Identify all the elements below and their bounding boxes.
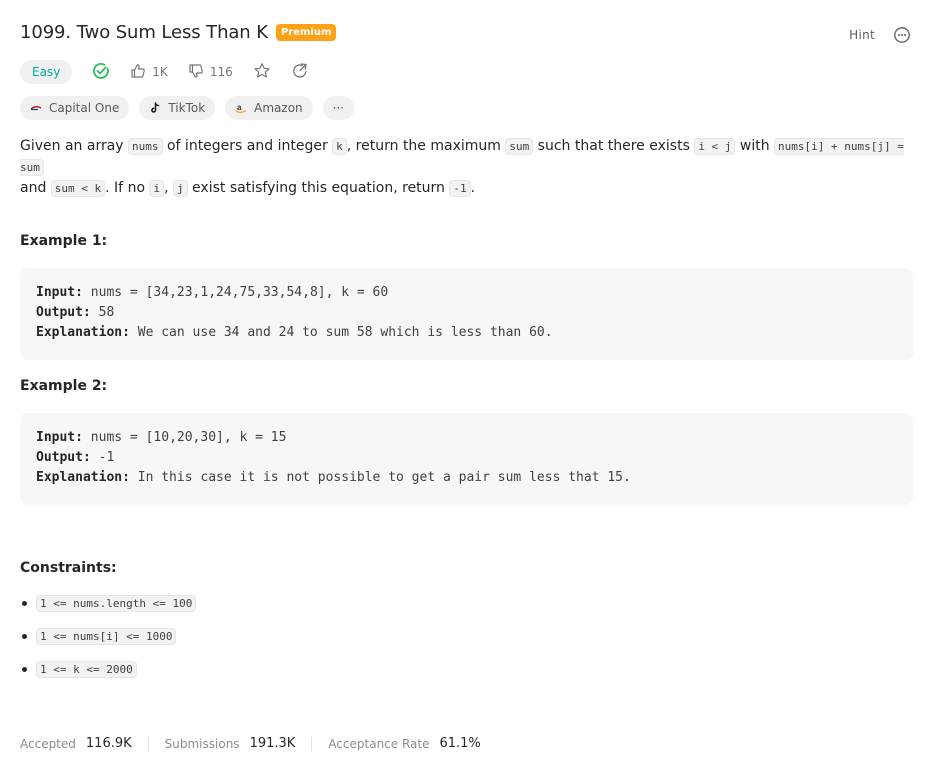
divider bbox=[147, 736, 149, 751]
tag-capital-one[interactable]: Capital One bbox=[20, 96, 130, 120]
hint-button[interactable]: Hint bbox=[849, 28, 875, 42]
share-icon bbox=[291, 62, 309, 83]
explanation-value: We can use 34 and 24 to sum 58 which is … bbox=[137, 325, 553, 340]
title-row: 1099. Two Sum Less Than K Premium bbox=[20, 22, 337, 43]
desc-text: with bbox=[735, 138, 775, 154]
constraints-list: 1 <= nums.length <= 100 1 <= nums[i] <= … bbox=[20, 592, 197, 691]
divider bbox=[311, 736, 313, 751]
company-tags: Capital One TikTok a Amazon ··· bbox=[20, 96, 364, 120]
input-value: nums = [34,23,1,24,75,33,54,8], k = 60 bbox=[90, 285, 389, 300]
output-value: 58 bbox=[98, 305, 115, 320]
example-1-input: Input: nums = [34,23,1,24,75,33,54,8], k… bbox=[36, 283, 897, 303]
like-count: 1K bbox=[152, 65, 168, 79]
check-circle-icon bbox=[92, 62, 110, 83]
more-options-icon[interactable] bbox=[891, 24, 913, 46]
desc-text: , bbox=[164, 180, 173, 196]
example-1-title: Example 1: bbox=[20, 233, 108, 249]
example-2-box: Input: nums = [10,20,30], k = 15 Output:… bbox=[20, 413, 913, 505]
input-value: nums = [10,20,30], k = 15 bbox=[90, 430, 287, 445]
desc-text: exist satisfying this equation, return bbox=[187, 180, 450, 196]
difficulty-badge: Easy bbox=[20, 60, 73, 84]
dislike-count: 116 bbox=[209, 65, 233, 79]
desc-text: . If no bbox=[105, 180, 150, 196]
inline-code: j bbox=[172, 180, 188, 197]
constraint-code: 1 <= k <= 2000 bbox=[36, 661, 137, 678]
submissions-label: Submissions bbox=[164, 736, 240, 751]
input-label: Input: bbox=[36, 285, 83, 300]
desc-text: such that there exists bbox=[533, 138, 695, 154]
submissions-value: 191.3K bbox=[249, 736, 296, 751]
example-1-output: Output: 58 bbox=[36, 303, 897, 323]
explanation-value: In this case it is not possible to get a… bbox=[137, 470, 631, 485]
input-label: Input: bbox=[36, 430, 83, 445]
inline-code: k bbox=[332, 138, 347, 155]
dislike-button[interactable]: 116 bbox=[188, 63, 233, 82]
list-item: 1 <= nums[i] <= 1000 bbox=[21, 625, 196, 648]
example-1-explanation: Explanation: We can use 34 and 24 to sum… bbox=[36, 323, 897, 343]
accepted-label: Accepted bbox=[20, 736, 76, 751]
amazon-icon: a bbox=[235, 102, 247, 114]
inline-code: -1 bbox=[449, 180, 471, 197]
example-2-explanation: Explanation: In this case it is not poss… bbox=[36, 468, 897, 488]
acceptance-rate-label: Acceptance Rate bbox=[328, 736, 430, 751]
desc-text: of integers and integer bbox=[162, 138, 333, 154]
problem-title[interactable]: 1099. Two Sum Less Than K bbox=[20, 22, 268, 43]
tag-label: Capital One bbox=[49, 101, 120, 115]
share-button[interactable] bbox=[291, 62, 309, 83]
tiktok-icon bbox=[149, 102, 161, 114]
desc-text: and bbox=[20, 180, 51, 196]
tag-label: Amazon bbox=[254, 101, 303, 115]
inline-code: i < j bbox=[694, 138, 736, 155]
solved-status bbox=[92, 62, 110, 83]
more-tags-button[interactable]: ··· bbox=[322, 96, 355, 120]
star-icon bbox=[253, 62, 271, 83]
output-value: -1 bbox=[98, 450, 115, 465]
like-button[interactable]: 1K bbox=[130, 63, 168, 82]
output-label: Output: bbox=[36, 305, 91, 320]
meta-row: Easy 1K 116 bbox=[20, 60, 309, 84]
svg-text:a: a bbox=[237, 103, 242, 112]
acceptance-rate-value: 61.1% bbox=[439, 736, 481, 751]
inline-code: sum bbox=[505, 138, 534, 155]
example-1-box: Input: nums = [34,23,1,24,75,33,54,8], k… bbox=[20, 268, 913, 360]
tag-label: TikTok bbox=[168, 101, 206, 115]
example-2-output: Output: -1 bbox=[36, 448, 897, 468]
list-item: 1 <= k <= 2000 bbox=[21, 658, 196, 681]
thumbs-up-icon bbox=[130, 63, 146, 82]
top-right-actions: Hint bbox=[849, 24, 913, 46]
tag-tiktok[interactable]: TikTok bbox=[139, 96, 216, 120]
explanation-label: Explanation: bbox=[36, 325, 130, 340]
explanation-label: Explanation: bbox=[36, 470, 130, 485]
example-2-input: Input: nums = [10,20,30], k = 15 bbox=[36, 428, 897, 448]
desc-text: . bbox=[470, 180, 476, 196]
premium-badge: Premium bbox=[275, 24, 337, 41]
constraint-code: 1 <= nums[i] <= 1000 bbox=[36, 628, 177, 645]
constraints-title: Constraints: bbox=[20, 560, 117, 576]
tag-amazon[interactable]: a Amazon bbox=[225, 96, 313, 120]
desc-text: , return the maximum bbox=[346, 138, 506, 154]
capital-one-icon bbox=[30, 102, 42, 114]
output-label: Output: bbox=[36, 450, 91, 465]
inline-code: sum < k bbox=[50, 180, 106, 197]
problem-description: Given an array nums of integers and inte… bbox=[20, 136, 910, 199]
accepted-value: 116.9K bbox=[85, 736, 132, 751]
inline-code: nums bbox=[128, 138, 163, 155]
desc-text: Given an array bbox=[20, 138, 129, 154]
stats-bar: Accepted 116.9K Submissions 191.3K Accep… bbox=[20, 736, 481, 751]
list-item: 1 <= nums.length <= 100 bbox=[21, 592, 197, 615]
thumbs-down-icon bbox=[188, 63, 204, 82]
favorite-button[interactable] bbox=[253, 62, 271, 83]
inline-code: i bbox=[149, 180, 165, 197]
example-2-title: Example 2: bbox=[20, 378, 108, 394]
constraint-code: 1 <= nums.length <= 100 bbox=[36, 595, 197, 612]
